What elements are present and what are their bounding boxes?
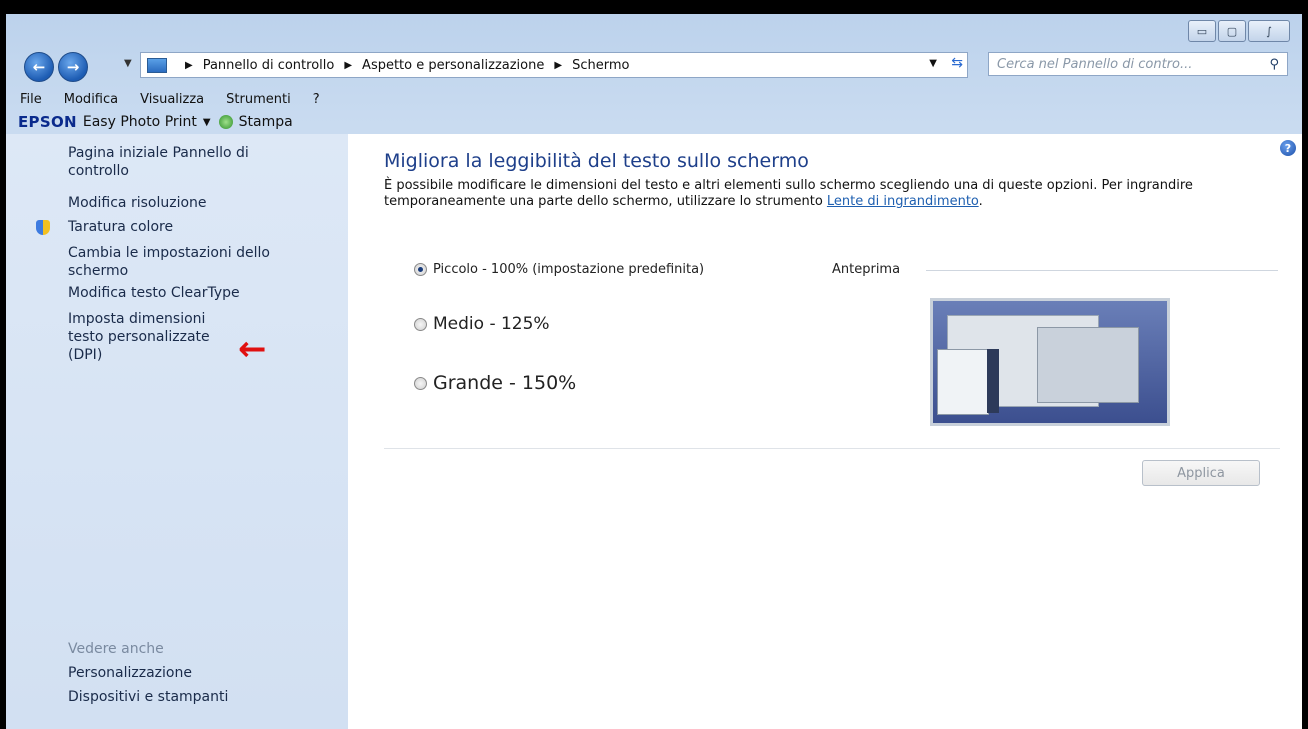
help-icon[interactable]: ?	[1280, 140, 1296, 156]
forward-arrow-icon[interactable]: →	[58, 52, 88, 82]
shield-icon	[36, 220, 50, 235]
stampa-button[interactable]: Stampa	[239, 114, 293, 130]
easy-photo-print-button[interactable]: Easy Photo Print	[83, 114, 197, 130]
sidebar-item-devices-printers[interactable]: Dispositivi e stampanti	[68, 688, 308, 706]
radio-label[interactable]: Grande - 150%	[433, 372, 576, 394]
preview-window	[937, 349, 989, 415]
radio-option-small[interactable]: Piccolo - 100% (impostazione predefinita…	[414, 262, 704, 277]
preview-window	[1037, 327, 1139, 403]
magnifier-link[interactable]: Lente di ingrandimento	[827, 194, 979, 209]
close-icon[interactable]: ∫	[1248, 20, 1290, 42]
section-divider	[384, 448, 1280, 449]
sidebar-item-resolution[interactable]: Modifica risoluzione	[68, 194, 308, 212]
title-buttons: ▭ ▢ ∫	[1188, 20, 1290, 42]
preview-scrollbar	[987, 349, 999, 413]
print-icon[interactable]	[218, 115, 233, 129]
sidebar-item-custom-dpi[interactable]: Imposta dimensioni testo personalizzate …	[68, 310, 238, 364]
breadcrumb-separator-icon[interactable]: ▶	[344, 60, 352, 71]
sidebar-item-display-settings[interactable]: Cambia le impostazioni dello schermo	[68, 244, 308, 280]
radio-label[interactable]: Piccolo - 100% (impostazione predefinita…	[433, 262, 704, 277]
radio-button[interactable]	[414, 317, 427, 331]
see-also-heading: Vedere anche	[68, 641, 164, 657]
search-icon[interactable]: ⚲	[1269, 57, 1279, 72]
maximize-icon[interactable]: ▢	[1218, 20, 1246, 42]
history-dropdown-icon[interactable]: ▼	[124, 58, 132, 69]
radio-option-medium[interactable]: Medio - 125%	[414, 314, 550, 334]
breadcrumb-separator-icon[interactable]: ▶	[185, 60, 193, 71]
menu-visualizza[interactable]: Visualizza	[140, 92, 204, 110]
epson-toolbar: EPSON Easy Photo Print ▼ Stampa	[18, 112, 293, 132]
sidebar-item-cleartype[interactable]: Modifica testo ClearType	[68, 284, 308, 302]
preview-image	[930, 298, 1170, 426]
menu-file[interactable]: File	[20, 92, 42, 110]
refresh-icon[interactable]: ⇆	[951, 55, 963, 71]
menu-help[interactable]: ?	[313, 92, 320, 110]
radio-button[interactable]	[414, 263, 427, 276]
search-placeholder: Cerca nel Pannello di contro...	[997, 56, 1193, 72]
sidebar-item-color-calibration[interactable]: Taratura colore	[68, 218, 308, 236]
address-dropdown-icon[interactable]: ▼	[929, 58, 937, 69]
control-panel-window: ▭ ▢ ∫ ← → ▼ ▶ Pannello di controllo ▶ As…	[6, 14, 1302, 729]
back-arrow-icon[interactable]: ←	[24, 52, 54, 82]
sidebar: Pagina iniziale Pannello di controllo Mo…	[6, 134, 348, 729]
description-end: .	[978, 194, 983, 209]
description-text: È possibile modificare le dimensioni del…	[384, 178, 1193, 209]
breadcrumb-display[interactable]: Schermo	[572, 58, 629, 73]
preview-divider	[926, 270, 1278, 271]
menu-modifica[interactable]: Modifica	[64, 92, 118, 110]
menu-bar: File Modifica Visualizza Strumenti ?	[6, 92, 1302, 110]
epson-logo: EPSON	[18, 113, 77, 131]
menu-strumenti[interactable]: Strumenti	[226, 92, 291, 110]
breadcrumb-separator-icon[interactable]: ▶	[554, 60, 562, 71]
sidebar-item-personalization[interactable]: Personalizzazione	[68, 664, 308, 682]
red-arrow-icon: ←	[238, 329, 267, 369]
control-panel-icon	[147, 57, 167, 73]
apply-button[interactable]: Applica	[1142, 460, 1260, 486]
minimize-icon[interactable]: ▭	[1188, 20, 1216, 42]
page-description: È possibile modificare le dimensioni del…	[384, 178, 1254, 210]
preview-label: Anteprima	[832, 262, 901, 277]
navigation-row: ← → ▼ ▶ Pannello di controllo ▶ Aspetto …	[24, 50, 1292, 82]
radio-button[interactable]	[414, 376, 427, 390]
breadcrumb-control-panel[interactable]: Pannello di controllo	[203, 58, 335, 73]
chevron-down-icon[interactable]: ▼	[203, 117, 211, 128]
search-input[interactable]: Cerca nel Pannello di contro... ⚲	[988, 52, 1288, 76]
sidebar-item-home[interactable]: Pagina iniziale Pannello di controllo	[68, 144, 308, 180]
page-title: Migliora la leggibilità del testo sullo …	[384, 150, 809, 172]
radio-label[interactable]: Medio - 125%	[433, 314, 550, 334]
breadcrumb-appearance[interactable]: Aspetto e personalizzazione	[362, 58, 544, 73]
radio-option-large[interactable]: Grande - 150%	[414, 372, 576, 394]
main-content: ? Migliora la leggibilità del testo sull…	[348, 134, 1302, 729]
address-bar[interactable]: ▶ Pannello di controllo ▶ Aspetto e pers…	[140, 52, 968, 78]
